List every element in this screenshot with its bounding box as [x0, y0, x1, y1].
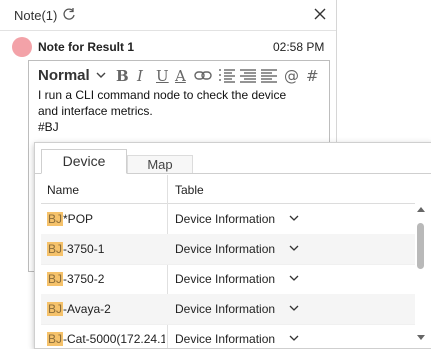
chevron-down-icon[interactable] [289, 303, 299, 313]
table-name: Device Information [175, 332, 276, 346]
scroll-down-arrow-icon[interactable] [417, 335, 425, 340]
hashtag-button[interactable]: # [306, 66, 319, 86]
match-highlight: BJ [47, 302, 64, 316]
table-header: Name Table [41, 175, 415, 204]
device-name: BJ-Cat-5000(172.24.10 [47, 332, 165, 346]
style-select[interactable]: Normal [38, 67, 90, 84]
chevron-down-icon[interactable] [289, 213, 299, 223]
close-icon[interactable] [312, 6, 328, 22]
panel-header: Note(1) [0, 0, 336, 31]
mention-button[interactable]: @ [284, 66, 299, 86]
note-title: Note for Result 1 [38, 40, 135, 54]
match-highlight: BJ [47, 272, 64, 286]
device-name-rest: -Cat-5000(172.24.10 [63, 332, 165, 346]
table-row[interactable]: BJ-3750-1 Device Information [41, 234, 415, 265]
avatar [12, 37, 32, 57]
ordered-list-icon[interactable] [218, 68, 236, 84]
device-name-rest: -Avaya-2 [63, 302, 111, 316]
chevron-down-icon[interactable] [289, 333, 299, 343]
table-name: Device Information [175, 212, 276, 226]
note-time: 02:58 PM [273, 40, 325, 54]
device-name: BJ-3750-2 [47, 272, 165, 286]
link-icon[interactable] [194, 69, 212, 83]
column-header-table[interactable]: Table [175, 183, 204, 197]
refresh-icon[interactable] [62, 7, 76, 21]
underline-button[interactable]: U [156, 66, 169, 86]
editor-line: and interface metrics. [38, 104, 153, 118]
match-highlight: BJ [47, 212, 64, 226]
match-highlight: BJ [47, 242, 64, 256]
device-name: BJ-Avaya-2 [47, 302, 165, 316]
align-icon[interactable] [260, 68, 278, 84]
hashtag-suggestion-popup: Device Map Name Table BJ*POP Device Info… [34, 142, 431, 349]
chevron-down-icon[interactable] [95, 69, 107, 81]
tab-map[interactable]: Map [127, 155, 193, 174]
italic-button[interactable]: I [137, 66, 143, 86]
editor-line: I run a CLI command node to check the de… [38, 88, 287, 102]
table-name: Device Information [175, 242, 276, 256]
bold-button[interactable]: B [116, 66, 129, 86]
table-row[interactable]: BJ-Cat-5000(172.24.10 Device Information [41, 324, 415, 348]
suggestion-table: Name Table BJ*POP Device Information BJ-… [41, 175, 415, 348]
font-color-button[interactable]: A [175, 66, 186, 86]
device-name-rest: -3750-2 [63, 272, 105, 286]
chevron-down-icon[interactable] [289, 273, 299, 283]
device-name-rest: *POP [63, 212, 94, 226]
vertical-scrollbar[interactable] [415, 205, 429, 345]
table-row[interactable]: BJ-3750-2 Device Information [41, 264, 415, 295]
table-name: Device Information [175, 302, 276, 316]
table-row[interactable]: BJ*POP Device Information [41, 204, 415, 235]
editor-toolbar: Normal B I U A @ # [29, 65, 329, 87]
device-name-rest: -3750-1 [63, 242, 105, 256]
table-name: Device Information [175, 272, 276, 286]
device-name: BJ*POP [47, 212, 165, 226]
editor-content[interactable]: I run a CLI command node to check the de… [38, 87, 323, 135]
unordered-list-icon[interactable] [239, 68, 257, 84]
editor-line: #BJ [38, 120, 59, 134]
device-name: BJ-3750-1 [47, 242, 165, 256]
tab-device[interactable]: Device [41, 149, 127, 174]
table-row[interactable]: BJ-Avaya-2 Device Information [41, 294, 415, 325]
column-header-name[interactable]: Name [47, 183, 79, 197]
match-highlight: BJ [47, 332, 64, 346]
scroll-up-arrow-icon[interactable] [417, 207, 425, 212]
scrollbar-thumb[interactable] [417, 223, 424, 269]
panel-title: Note(1) [14, 8, 58, 23]
chevron-down-icon[interactable] [289, 243, 299, 253]
